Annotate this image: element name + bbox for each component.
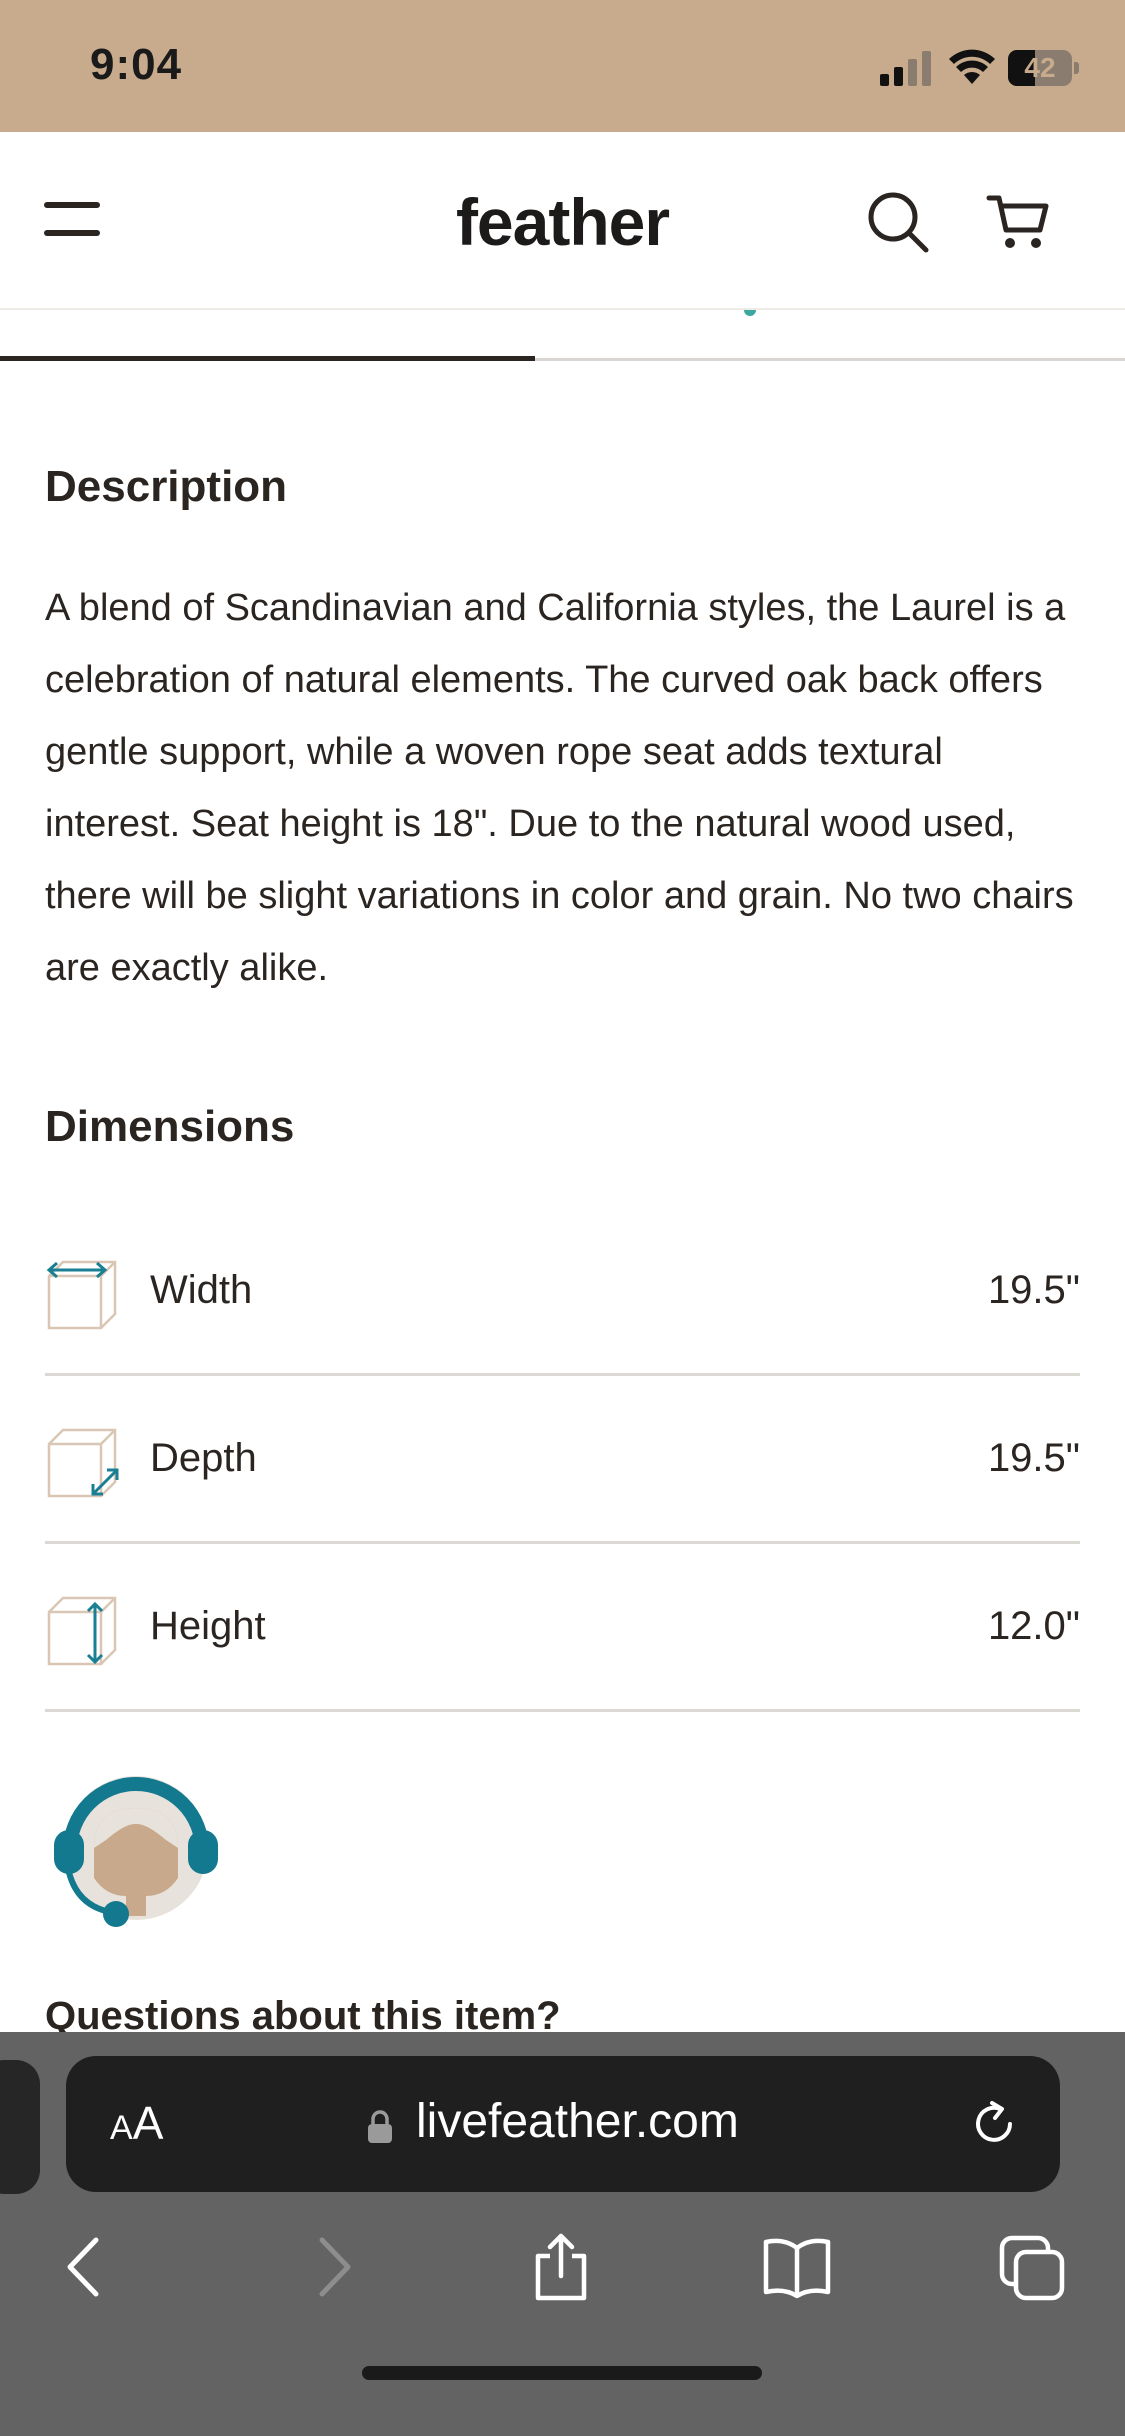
site-header: feather: [0, 132, 1125, 310]
address-bar[interactable]: AA livefeather.com: [66, 2056, 1060, 2192]
dimension-row-height: Height 12.0": [45, 1544, 1080, 1712]
dimension-row-width: Width 19.5": [45, 1208, 1080, 1376]
reload-icon[interactable]: [966, 2096, 1022, 2152]
description-title: Description: [45, 462, 288, 511]
tab-accent-dot: [744, 310, 756, 316]
lock-icon: [368, 2110, 392, 2143]
bookmarks-icon[interactable]: [762, 2232, 832, 2302]
battery-icon: 42: [1008, 50, 1080, 86]
cellular-signal-icon: [880, 51, 931, 86]
dimension-label: Height: [150, 1604, 266, 1648]
dimension-label: Width: [150, 1268, 253, 1312]
height-box-icon: [47, 1596, 117, 1666]
support-agent-icon: [54, 1776, 218, 1927]
battery-level: 42: [1024, 52, 1056, 83]
description-body: A blend of Scandinavian and California s…: [45, 587, 1074, 989]
tab-details-active[interactable]: [0, 356, 535, 361]
dimensions-title: Dimensions: [45, 1102, 295, 1151]
forward-icon[interactable]: [296, 2232, 366, 2302]
dimension-label: Depth: [150, 1436, 257, 1480]
search-icon[interactable]: [866, 190, 930, 254]
share-icon[interactable]: [526, 2232, 596, 2302]
tabs-icon[interactable]: [998, 2232, 1068, 2302]
dimension-value: 19.5": [987, 1268, 1080, 1312]
home-indicator: [362, 2366, 762, 2380]
dimension-value: 12.0": [987, 1604, 1080, 1648]
wifi-icon: [949, 49, 995, 84]
back-icon[interactable]: [52, 2232, 122, 2302]
aa-big: A: [132, 2097, 164, 2149]
dimension-row-depth: Depth 19.5": [45, 1376, 1080, 1544]
width-box-icon: [46, 1260, 117, 1330]
depth-box-icon: [47, 1428, 119, 1498]
reader-aa-button[interactable]: AA: [110, 2096, 163, 2150]
cart-icon[interactable]: [986, 190, 1050, 254]
status-time: 9:04: [90, 40, 183, 89]
feather-logo[interactable]: feather: [0, 184, 1125, 260]
previous-tab-peek[interactable]: [0, 2060, 40, 2194]
product-tabs: [0, 310, 1125, 362]
aa-small: A: [110, 2109, 133, 2147]
dimension-value: 19.5": [987, 1436, 1080, 1480]
url-text[interactable]: livefeather.com: [416, 2094, 739, 2149]
status-bar: 9:04 42: [0, 0, 1125, 132]
